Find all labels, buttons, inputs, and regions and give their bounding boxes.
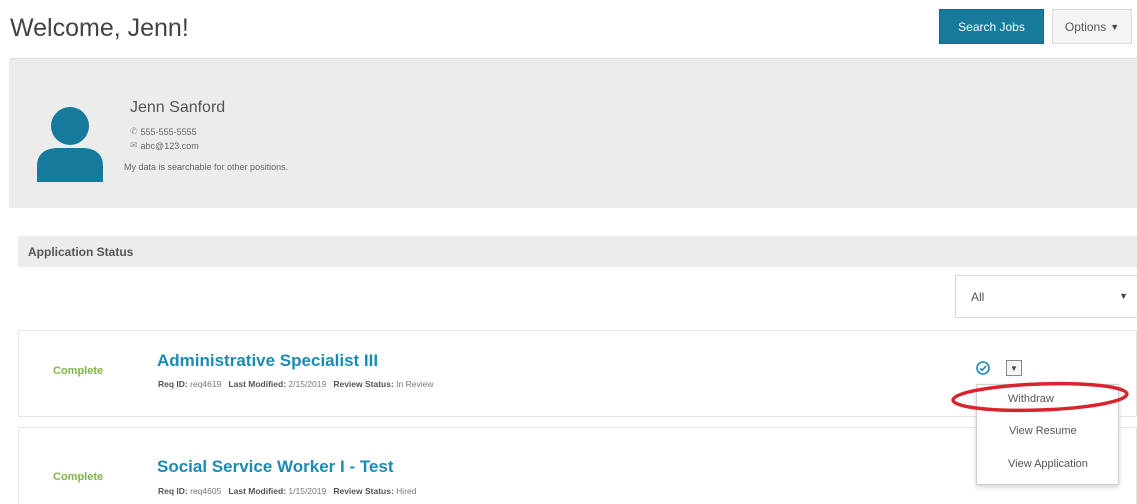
application-status-badge: Complete xyxy=(53,365,104,377)
actions-menu-toggle[interactable]: ▼ xyxy=(1006,360,1022,376)
job-title-link[interactable]: Administrative Specialist III xyxy=(157,351,378,371)
req-id-value: req4619 xyxy=(190,379,222,389)
caret-down-icon: ▼ xyxy=(1010,363,1018,373)
check-circle-icon xyxy=(976,361,990,375)
last-modified-value: 1/15/2019 xyxy=(288,486,327,496)
search-jobs-label: Search Jobs xyxy=(958,19,1025,34)
req-id-value: req4605 xyxy=(190,486,222,496)
page-title: Welcome, Jenn! xyxy=(10,14,189,42)
status-filter-select[interactable]: All ▼ xyxy=(955,275,1137,318)
section-header-application-status: Application Status xyxy=(18,236,1137,267)
job-title-link[interactable]: Social Service Worker I - Test xyxy=(157,457,394,477)
options-label: Options xyxy=(1064,19,1107,34)
menu-item-withdraw[interactable]: Withdraw xyxy=(1008,393,1137,405)
profile-searchable-note: My data is searchable for other position… xyxy=(124,162,289,172)
review-status-label: Review Status: xyxy=(333,379,394,389)
menu-item-view-resume[interactable]: View Resume xyxy=(1009,425,1137,437)
last-modified-value: 2/15/2019 xyxy=(288,379,327,389)
req-id-label: Req ID: xyxy=(158,486,188,496)
envelope-icon: ✉ xyxy=(130,140,138,150)
last-modified-label: Last Modified: xyxy=(228,486,287,496)
menu-item-view-application[interactable]: View Application xyxy=(1008,458,1137,470)
profile-email-value: abc@123.com xyxy=(140,140,199,151)
chevron-down-icon: ▼ xyxy=(1119,291,1128,301)
options-button[interactable]: Options ▼ xyxy=(1052,9,1132,44)
section-title: Application Status xyxy=(28,244,134,259)
profile-phone: ✆ 555-555-5555 xyxy=(130,126,197,137)
actions-dropdown-menu: Withdraw View Resume View Application xyxy=(976,384,1119,485)
req-id-label: Req ID: xyxy=(158,379,188,389)
review-status-label: Review Status: xyxy=(333,486,394,496)
application-status-badge: Complete xyxy=(53,471,104,483)
search-jobs-button[interactable]: Search Jobs xyxy=(939,9,1044,44)
profile-phone-value: 555-555-5555 xyxy=(140,126,197,137)
application-card: Complete Administrative Specialist III R… xyxy=(18,330,1137,417)
last-modified-label: Last Modified: xyxy=(228,379,287,389)
review-status-value: Hired xyxy=(396,486,417,496)
job-meta: Req ID: req4605 Last Modified: 1/15/2019… xyxy=(158,486,416,496)
profile-email: ✉ abc@123.com xyxy=(130,140,199,151)
job-meta: Req ID: req4619 Last Modified: 2/15/2019… xyxy=(158,379,434,389)
profile-name: Jenn Sanford xyxy=(130,99,226,116)
review-status-value: In Review xyxy=(396,379,434,389)
profile-panel: Jenn Sanford ✆ 555-555-5555 ✉ abc@123.co… xyxy=(9,58,1137,208)
caret-down-icon: ▼ xyxy=(1110,21,1120,32)
phone-icon: ✆ xyxy=(130,126,138,136)
filter-selected-value: All xyxy=(971,289,985,304)
user-avatar-icon xyxy=(37,107,103,182)
application-card: Complete Social Service Worker I - Test … xyxy=(18,427,1137,504)
